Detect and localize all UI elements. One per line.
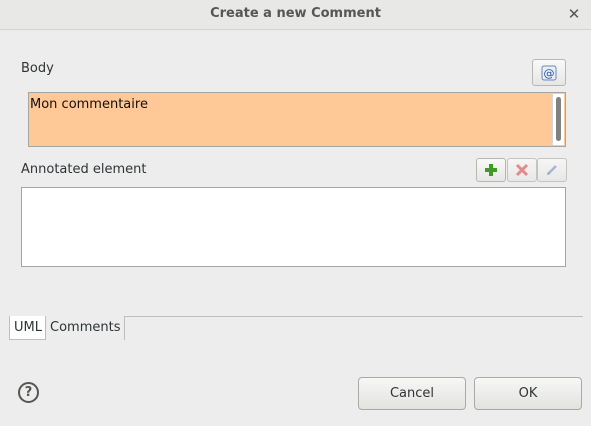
delete-icon — [515, 163, 529, 177]
remove-annotated-element-button[interactable] — [507, 158, 537, 182]
annotated-element-label: Annotated element — [21, 162, 147, 177]
annotated-element-list[interactable] — [21, 187, 566, 267]
plus-icon — [485, 164, 497, 176]
title-bar: Create a new Comment ✕ — [0, 0, 591, 30]
at-sign-icon: @ — [541, 65, 557, 80]
body-text-value: Mon commentaire — [30, 97, 148, 112]
help-icon[interactable]: ? — [18, 382, 39, 403]
body-label: Body — [21, 61, 54, 76]
add-annotated-element-button[interactable] — [476, 158, 506, 182]
body-scrollbar-thumb[interactable] — [556, 97, 561, 141]
dialog-title: Create a new Comment — [210, 6, 381, 21]
create-comment-dialog: Create a new Comment ✕ Body @ Mon commen… — [0, 0, 591, 426]
ok-button[interactable]: OK — [474, 377, 582, 410]
body-scrollbar[interactable] — [552, 94, 564, 145]
tab-comments[interactable]: Comments — [46, 316, 125, 340]
body-at-button[interactable]: @ — [532, 59, 566, 86]
pencil-icon — [547, 165, 557, 175]
cancel-button[interactable]: Cancel — [358, 377, 466, 410]
svg-text:@: @ — [544, 67, 555, 80]
edit-annotated-element-button[interactable] — [537, 158, 567, 182]
body-textarea[interactable]: Mon commentaire — [28, 92, 566, 147]
close-icon[interactable]: ✕ — [565, 5, 583, 23]
tab-uml[interactable]: UML — [9, 316, 46, 340]
